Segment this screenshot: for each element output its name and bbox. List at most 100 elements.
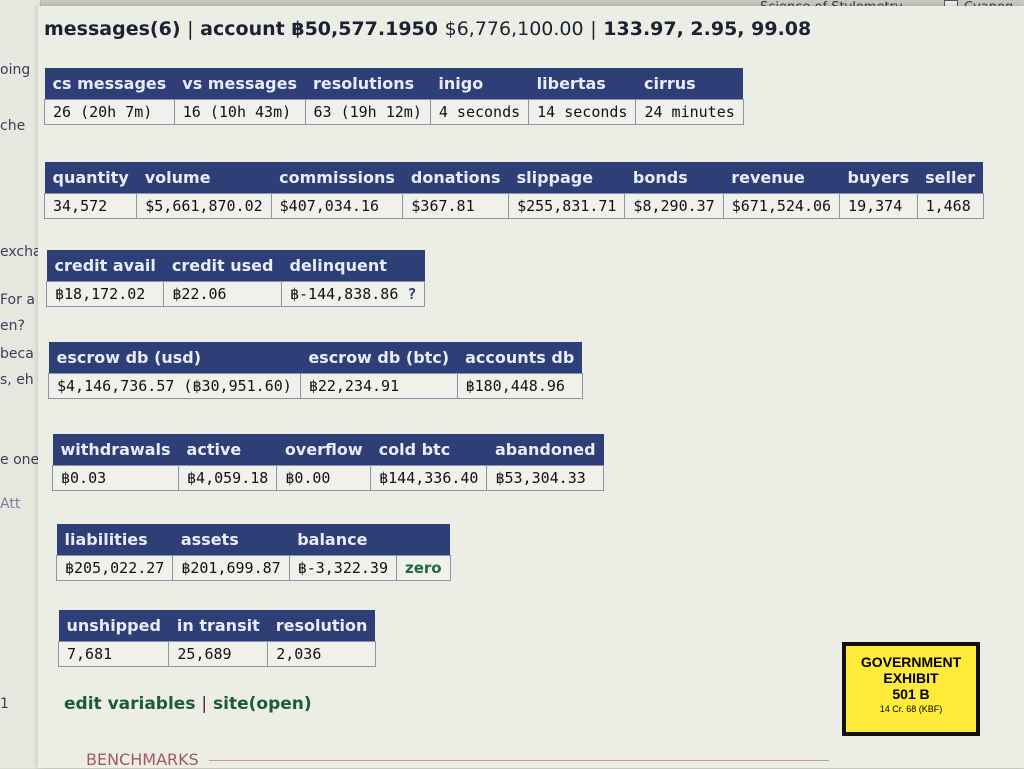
side-text: For a — [0, 292, 35, 308]
libertas-value: 14 seconds — [528, 99, 637, 125]
revenue-value: $671,524.06 — [722, 193, 841, 219]
slippage-value: $255,831.71 — [508, 193, 626, 219]
link-separator: | — [201, 694, 208, 714]
quantity-value: 34,572 — [43, 193, 138, 219]
resolutions-value: 63 (19h 12m) — [304, 99, 431, 125]
page-header: messages(6) | account ฿50,577.1950 $6,77… — [44, 18, 811, 40]
exhibit-line-3: 501 B — [892, 686, 930, 702]
side-text: en? — [0, 318, 25, 334]
col-accounts-db: accounts db — [457, 342, 583, 374]
messages-table: cs messages vs messages resolutions inig… — [44, 68, 744, 125]
col-escrow-btc: escrow db (btc) — [300, 342, 458, 374]
col-credit-used: credit used — [163, 250, 282, 282]
wallet-table: withdrawals active overflow cold btc aba… — [51, 434, 605, 491]
table-row: ฿0.03 ฿4,059.18 ฿0.00 ฿144,336.40 ฿53,30… — [51, 465, 605, 491]
withdrawals-value: ฿0.03 — [51, 465, 180, 491]
messages-link[interactable]: messages(6) — [44, 18, 181, 40]
buyers-value: 19,374 — [839, 193, 918, 219]
credit-table: credit avail credit used delinquent ฿18,… — [45, 250, 426, 307]
col-liabilities: liabilities — [56, 524, 173, 556]
account-balance-btc: ฿50,577.1950 — [291, 18, 438, 40]
col-revenue: revenue — [723, 162, 840, 194]
section-divider — [208, 760, 829, 761]
side-text: 1 — [0, 696, 9, 712]
col-inigo: inigo — [430, 68, 529, 100]
col-delinquent: delinquent — [281, 250, 425, 282]
edit-variables-link[interactable]: edit variables — [64, 694, 195, 714]
col-cs-messages: cs messages — [44, 68, 175, 100]
footer-links: edit variables | site(open) — [64, 694, 312, 714]
bonds-value: $8,290.37 — [624, 193, 724, 219]
background-window-edge: oing che excha For a en? beca s, eh e on… — [0, 0, 42, 768]
sales-table: quantity volume commissions donations sl… — [43, 162, 984, 219]
col-unshipped: unshipped — [58, 610, 169, 642]
cold-btc-value: ฿144,336.40 — [370, 465, 488, 491]
overflow-value: ฿0.00 — [276, 465, 372, 491]
side-text: excha — [0, 244, 42, 260]
shipping-table: unshipped in transit resolution 7,681 25… — [57, 610, 376, 667]
col-assets: assets — [172, 524, 290, 556]
resolution-value: 2,036 — [267, 641, 376, 667]
attach-link[interactable]: Att — [0, 496, 20, 512]
col-overflow: overflow — [276, 434, 371, 466]
escrow-table: escrow db (usd) escrow db (btc) accounts… — [48, 342, 583, 399]
cs-messages-value: 26 (20h 7m) — [44, 99, 175, 125]
side-text: e one — [0, 452, 40, 468]
unshipped-value: 7,681 — [57, 641, 170, 667]
side-text: oing — [0, 62, 31, 78]
cirrus-value: 24 minutes — [635, 99, 744, 125]
exhibit-line-1: GOVERNMENT — [860, 654, 962, 670]
col-buyers: buyers — [839, 162, 918, 194]
account-balance-usd: $6,776,100.00 — [444, 18, 584, 40]
col-cold-btc: cold btc — [370, 434, 487, 466]
col-credit-avail: credit avail — [46, 250, 164, 282]
abandoned-value: ฿53,304.33 — [486, 465, 605, 491]
escrow-btc-value: ฿22,234.91 — [299, 373, 458, 399]
col-vs-messages: vs messages — [174, 68, 305, 100]
benchmarks-heading[interactable]: BENCHMARKS — [86, 750, 199, 769]
header-separator: | — [187, 18, 194, 40]
col-in-transit: in transit — [168, 610, 268, 642]
sellers-value: 1,468 — [916, 193, 984, 219]
exhibit-line-2: EXHIBIT — [883, 670, 939, 686]
delinquent-value: ฿-144,838.86 — [289, 285, 399, 303]
balance-table: liabilities assets balance ฿205,022.27 ฿… — [55, 524, 451, 581]
in-transit-value: 25,689 — [168, 641, 269, 667]
site-open-link[interactable]: site(open) — [213, 694, 312, 714]
escrow-usd-value: $4,146,736.57 (฿30,951.60) — [48, 373, 301, 399]
col-withdrawals: withdrawals — [52, 434, 179, 466]
col-quantity: quantity — [44, 162, 137, 194]
balance-status: zero — [396, 555, 451, 581]
col-active: active — [178, 434, 277, 466]
table-row: 34,572 $5,661,870.02 $407,034.16 $367.81… — [43, 193, 984, 219]
table-row: $4,146,736.57 (฿30,951.60) ฿22,234.91 ฿1… — [48, 373, 583, 399]
volume-value: $5,661,870.02 — [136, 193, 272, 219]
delinquent-cell: ฿-144,838.86 ? — [280, 281, 426, 307]
delinquent-help-link[interactable]: ? — [407, 285, 416, 303]
side-text: beca — [0, 346, 34, 362]
benchmarks-section: BENCHMARKS — [86, 750, 829, 769]
balance-value: ฿-3,322.39 — [288, 555, 398, 581]
col-libertas: libertas — [528, 68, 636, 100]
load-average: 133.97, 2.95, 99.08 — [603, 18, 812, 40]
credit-used-value: ฿22.06 — [163, 281, 282, 307]
assets-value: ฿201,699.87 — [172, 555, 290, 581]
active-value: ฿4,059.18 — [178, 465, 278, 491]
table-row: 7,681 25,689 2,036 — [57, 641, 376, 667]
liabilities-value: ฿205,022.27 — [55, 555, 174, 581]
col-resolution: resolution — [267, 610, 376, 642]
col-escrow-usd: escrow db (usd) — [48, 342, 301, 374]
col-balance: balance — [289, 524, 397, 556]
header-separator: | — [590, 18, 597, 40]
commissions-value: $407,034.16 — [270, 193, 404, 219]
exhibit-line-4: 14 Cr. 68 (KBF) — [879, 704, 943, 714]
donations-value: $367.81 — [402, 193, 510, 219]
table-row: ฿18,172.02 ฿22.06 ฿-144,838.86 ? — [45, 281, 426, 307]
col-donations: donations — [402, 162, 509, 194]
side-text: che — [0, 118, 26, 134]
table-row: 26 (20h 7m) 16 (10h 43m) 63 (19h 12m) 4 … — [44, 99, 744, 125]
col-abandoned: abandoned — [486, 434, 604, 466]
credit-avail-value: ฿18,172.02 — [45, 281, 165, 307]
exhibit-sticker: GOVERNMENT EXHIBIT 501 B 14 Cr. 68 (KBF) — [842, 642, 980, 736]
vs-messages-value: 16 (10h 43m) — [173, 99, 306, 125]
